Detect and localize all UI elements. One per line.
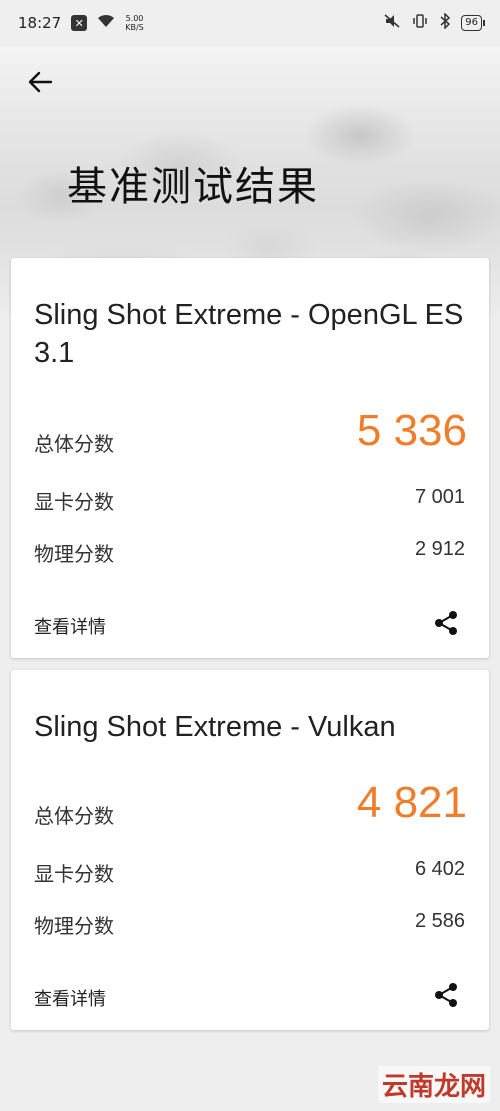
overall-score-value: 4 821	[356, 778, 467, 827]
physics-score-label: 物理分数	[34, 914, 114, 938]
back-button[interactable]	[22, 64, 58, 100]
speed-unit: KB/S	[125, 23, 144, 32]
graphics-score-label: 显卡分数	[34, 490, 114, 514]
test-title: Sling Shot Extreme - Vulkan	[34, 711, 396, 743]
back-arrow-icon	[28, 71, 53, 93]
vibrate-icon	[411, 13, 429, 33]
graphics-score-label: 显卡分数	[34, 862, 114, 886]
graphics-score-value: 6 402	[414, 858, 465, 880]
test-title: Sling Shot Extreme - OpenGL ES 3.1	[34, 299, 464, 369]
overall-score-label: 总体分数	[34, 432, 114, 456]
share-button[interactable]	[431, 608, 461, 638]
battery-level: 96	[465, 17, 478, 28]
view-details-link[interactable]: 查看详情	[34, 985, 106, 1011]
view-details-link[interactable]: 查看详情	[34, 613, 106, 639]
status-time: 18:27	[18, 14, 62, 32]
result-card-opengl: Sling Shot Extreme - OpenGL ES 3.1 总体分数 …	[11, 258, 489, 658]
watermark: 云南龙网	[377, 1066, 490, 1103]
status-bar: 18:27 ✕ 5.00 KB/S 96	[0, 0, 500, 46]
physics-score-value: 2 586	[414, 910, 465, 932]
physics-score-label: 物理分数	[34, 542, 114, 566]
share-icon	[435, 983, 457, 1007]
share-icon	[435, 611, 457, 635]
mute-vibrate-icon	[383, 13, 401, 33]
notification-x-icon: ✕	[71, 15, 88, 31]
graphics-score-value: 7 001	[414, 486, 465, 508]
battery-icon: 96	[461, 15, 485, 31]
share-button[interactable]	[431, 980, 461, 1010]
overall-score-label: 总体分数	[34, 804, 114, 828]
wifi-icon	[97, 14, 115, 32]
result-card-vulkan: Sling Shot Extreme - Vulkan 总体分数 4 821 显…	[11, 670, 489, 1030]
physics-score-value: 2 912	[414, 538, 465, 560]
bluetooth-icon	[439, 12, 451, 33]
overall-score-value: 5 336	[356, 406, 467, 455]
network-speed: 5.00 KB/S	[125, 14, 144, 32]
speed-value: 5.00	[125, 14, 144, 23]
page-title: 基准测试结果	[67, 164, 319, 210]
